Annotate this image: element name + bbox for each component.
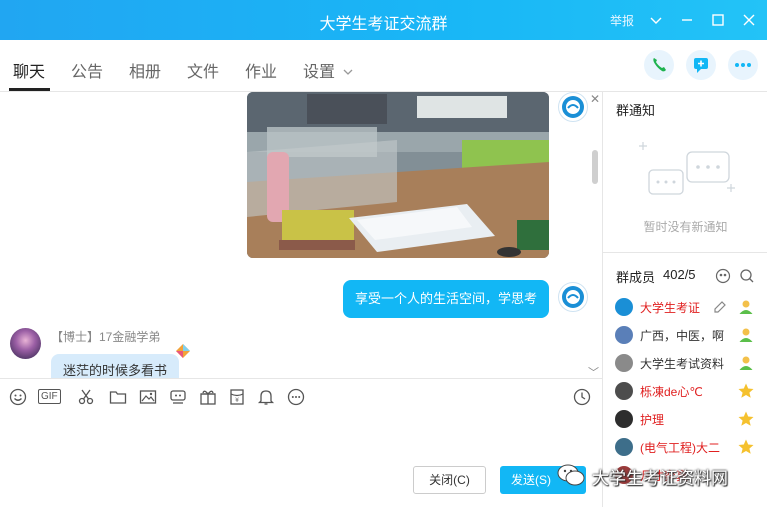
scrollbar[interactable] [592,150,598,184]
right-panel: 群通知 暂时没有新通知 群成员 402/5 大学生考证广西，中医，啊 大学生考试资… [602,92,767,507]
member-item[interactable]: 广西，中医，啊 [603,321,767,349]
tab-settings[interactable]: 设置 [303,58,354,82]
tab-chat[interactable]: 聊天 [13,58,45,82]
photo-desk-laptop [247,92,549,258]
watermark-text: 大学生考证资料网 [592,469,728,488]
scissors-icon[interactable] [76,387,96,407]
member-name: 栎凍de心℃ [640,385,703,399]
red-packet-icon[interactable]: ¥ [227,387,247,407]
group-notice-title: 群通知 [616,103,656,118]
notice-empty-text: 暂时没有新通知 [643,220,728,234]
admin-badge-icon [737,354,755,372]
member-name: (电气工程)大二 [640,441,720,455]
message-bubble-other[interactable]: 迷茫的时候多看书 [51,354,180,378]
star-icon [737,382,755,400]
chat-messages[interactable]: ✕ 享受一个人的生活空间，学思考 【博士】17金融学弟 迷茫的时候多看书 ﹀ [0,92,602,378]
search-icon[interactable] [738,267,756,285]
divider [603,252,767,253]
member-item[interactable]: 栎凍de心℃ [603,377,767,405]
more-icon [735,63,751,67]
send-button-label: 发送(S) [511,473,551,487]
admin-badge-icon [737,298,755,316]
member-name: 大学生考试资料 [640,357,725,371]
avatar [615,298,633,316]
avatar[interactable] [10,328,41,359]
avatar [615,438,633,456]
gif-icon[interactable]: GIF [38,389,61,404]
more-options-icon[interactable] [286,387,306,407]
shared-photo[interactable] [247,92,549,258]
kite-icon [176,344,190,358]
tab-album[interactable]: 相册 [129,58,161,82]
chevron-down-icon [344,69,353,75]
avatar [615,326,633,344]
screen-share-icon[interactable] [168,387,188,407]
member-name: 大学生考证 [640,301,701,315]
member-item[interactable]: 护理 [603,405,767,433]
chevron-down-icon[interactable] [646,10,666,30]
member-item[interactable]: 大学生考证 [603,293,767,321]
image-icon[interactable] [138,387,158,407]
member-item[interactable]: (电气工程)大二 [603,433,767,461]
member-item[interactable]: 大学生考试资料 [603,349,767,377]
bell-icon[interactable] [256,387,276,407]
tab-homework[interactable]: 作业 [245,58,277,82]
group-announce-button[interactable] [686,50,716,80]
group-logo-icon [562,286,584,308]
sender-name: 【博士】17金融学弟 [51,330,161,344]
title-bar: 大学生考证交流群 举报 [0,0,767,40]
close-small-icon[interactable]: ✕ [590,92,600,106]
folder-icon[interactable] [108,387,128,407]
tab-settings-label: 设置 [303,64,336,81]
member-settings-icon[interactable] [714,267,732,285]
svg-text:¥: ¥ [235,397,239,404]
close-button[interactable]: 关闭(C) [413,466,486,494]
chevron-down-icon[interactable]: ﹀ [588,364,599,378]
admin-badge-icon [737,326,755,344]
member-name: 广西，中医，啊 [640,329,725,343]
maximize-icon[interactable] [708,10,728,30]
minimize-icon[interactable] [677,10,697,30]
avatar [615,382,633,400]
gift-icon[interactable] [198,387,218,407]
empty-notice-illustration [639,142,735,195]
avatar[interactable] [558,92,588,122]
tab-announcement[interactable]: 公告 [71,58,103,82]
input-toolbar: GIF ¥ [0,378,602,414]
watermark: 大学生考证资料网 [556,462,728,488]
history-clock-icon[interactable] [572,387,592,407]
emoji-icon[interactable] [8,387,28,407]
member-name: 护理 [640,413,665,427]
star-icon [737,410,755,428]
avatar[interactable] [558,282,588,312]
avatar [615,354,633,372]
members-title: 群成员 [616,270,656,285]
active-tab-indicator [9,88,50,91]
edit-icon[interactable] [713,298,731,316]
tab-bar: 聊天 公告 相册 文件 作业 设置 [0,40,767,92]
group-logo-icon [562,96,584,118]
call-button[interactable] [644,50,674,80]
more-button[interactable] [728,50,758,80]
tab-files[interactable]: 文件 [187,58,219,82]
avatar [615,410,633,428]
close-icon[interactable] [739,10,759,30]
members-count: 402/5 [663,267,696,282]
star-icon [737,438,755,456]
wechat-icon [557,464,585,486]
phone-icon [653,58,666,72]
report-link[interactable]: 举报 [610,12,634,29]
message-bubble-self[interactable]: 享受一个人的生活空间，学思考 [343,280,550,318]
message-plus-icon [694,58,708,73]
